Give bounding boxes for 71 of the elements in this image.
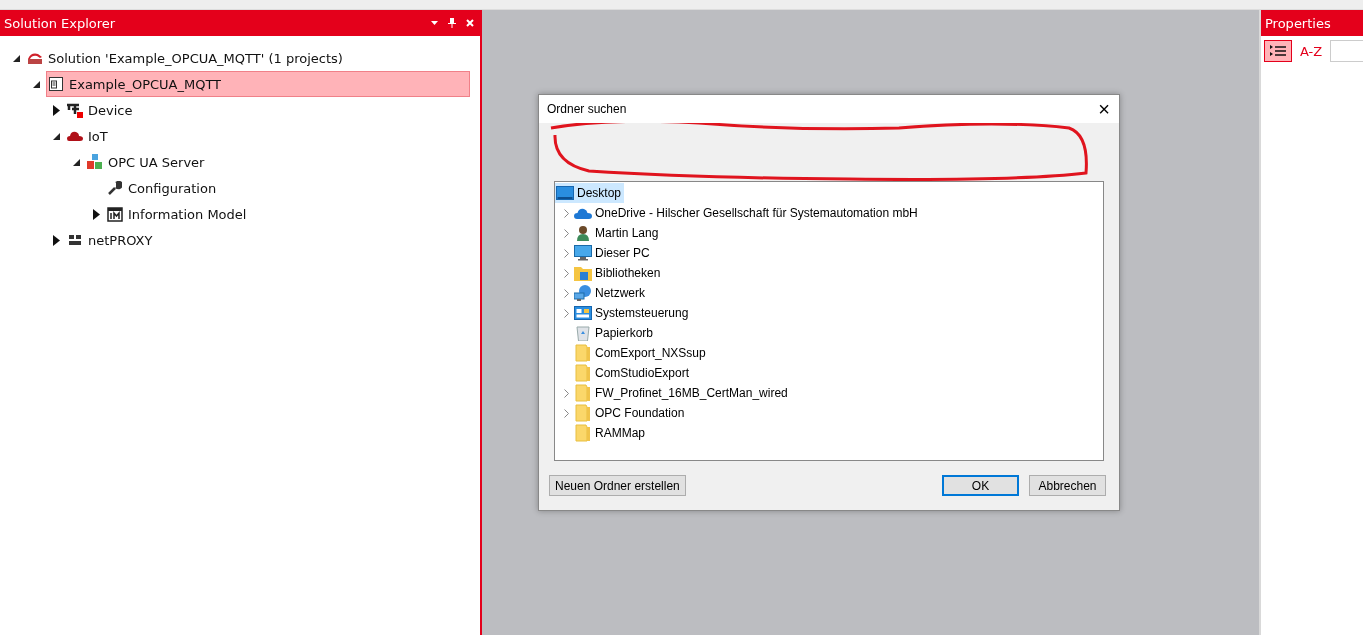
folder-item[interactable]: Papierkorb [573,323,657,343]
document-icon [48,76,64,92]
chevron-right-icon[interactable] [563,408,569,418]
dialog-button[interactable]: OK [942,475,1019,496]
categorized-button[interactable] [1264,40,1292,62]
proxy-icon [68,234,82,246]
chevron-right-icon[interactable] [563,388,569,398]
folder-icon [575,424,591,442]
folder-item[interactable]: Systemsteuerung [573,303,692,323]
folder-item[interactable]: Bibliotheken [573,263,664,283]
recycle-bin-icon [576,325,590,341]
dropdown-icon[interactable] [431,21,438,25]
model-window-icon [107,206,123,222]
search-field[interactable] [1330,40,1363,62]
dialog-button[interactable]: Abbrechen [1029,475,1106,496]
tree-item[interactable]: Solution 'Example_OPCUA_MQTT' (1 projects) [26,48,345,68]
expanded-arrow-icon[interactable] [52,132,60,140]
folder-item[interactable]: Dieser PC [573,243,653,263]
tree-item[interactable]: Configuration [106,178,219,198]
folder-item[interactable]: OPC Foundation [573,403,688,423]
desktop-icon [556,186,574,200]
folder-item[interactable]: Desktop [555,183,625,203]
collapsed-arrow-icon[interactable] [52,234,60,246]
folder-item[interactable]: OneDrive - Hilscher Gesellschaft für Systemautomation mbH [573,203,921,223]
chevron-right-icon[interactable] [563,248,569,258]
dialog-button[interactable]: Neuen Ordner erstellen [549,475,686,496]
folder-icon [575,344,591,362]
solution-icon [27,51,43,65]
network-globe-icon [574,285,592,301]
collapsed-arrow-icon[interactable] [92,208,100,220]
opc-blocks-icon [87,154,103,170]
cloud-icon [574,207,592,219]
expanded-arrow-icon[interactable] [12,54,20,62]
folder-icon [575,404,591,422]
folder-item[interactable]: FW_Profinet_16MB_CertMan_wired [573,383,791,403]
chevron-right-icon[interactable] [563,288,569,298]
folder-icon [575,364,591,382]
dialog-title: Ordner suchen [547,102,628,116]
tree-item[interactable]: IoT [66,126,110,146]
panel-title: Properties [1265,15,1332,31]
folder-item[interactable]: Netzwerk [573,283,648,303]
pin-icon[interactable] [448,18,456,28]
wrench-icon [108,181,122,195]
chevron-right-icon[interactable] [563,208,569,218]
tree-item[interactable]: Information Model [106,204,249,224]
expanded-arrow-icon[interactable] [32,80,40,88]
close-icon[interactable] [466,19,474,27]
chevron-right-icon[interactable] [563,268,569,278]
expanded-arrow-icon[interactable] [72,158,80,166]
chevron-right-icon[interactable] [563,228,569,238]
library-folder-icon [574,265,592,281]
tree-item[interactable]: Example_OPCUA_MQTT [46,71,470,97]
tree-item[interactable]: OPC UA Server [86,152,207,172]
folder-item[interactable]: ComExport_NXSsup [573,343,709,363]
monitor-icon [574,245,592,261]
control-panel-icon [574,306,592,320]
tree-item[interactable]: netPROXY [66,230,155,250]
categorized-list-icon [1270,45,1286,57]
tree-item[interactable]: Device [66,100,135,120]
device-icon [66,102,84,118]
folder-item[interactable]: RAMMap [573,423,648,443]
chevron-right-icon[interactable] [563,308,569,318]
panel-title: Solution Explorer [4,15,117,31]
folder-item[interactable]: ComStudioExport [573,363,693,383]
folder-item[interactable]: Martin Lang [573,223,662,243]
alphabetical-button[interactable]: A-Z [1298,43,1325,59]
cloud-icon [67,131,83,141]
close-button[interactable]: × [1089,95,1119,123]
collapsed-arrow-icon[interactable] [52,104,60,116]
user-silhouette-icon [576,225,590,241]
folder-icon [575,384,591,402]
